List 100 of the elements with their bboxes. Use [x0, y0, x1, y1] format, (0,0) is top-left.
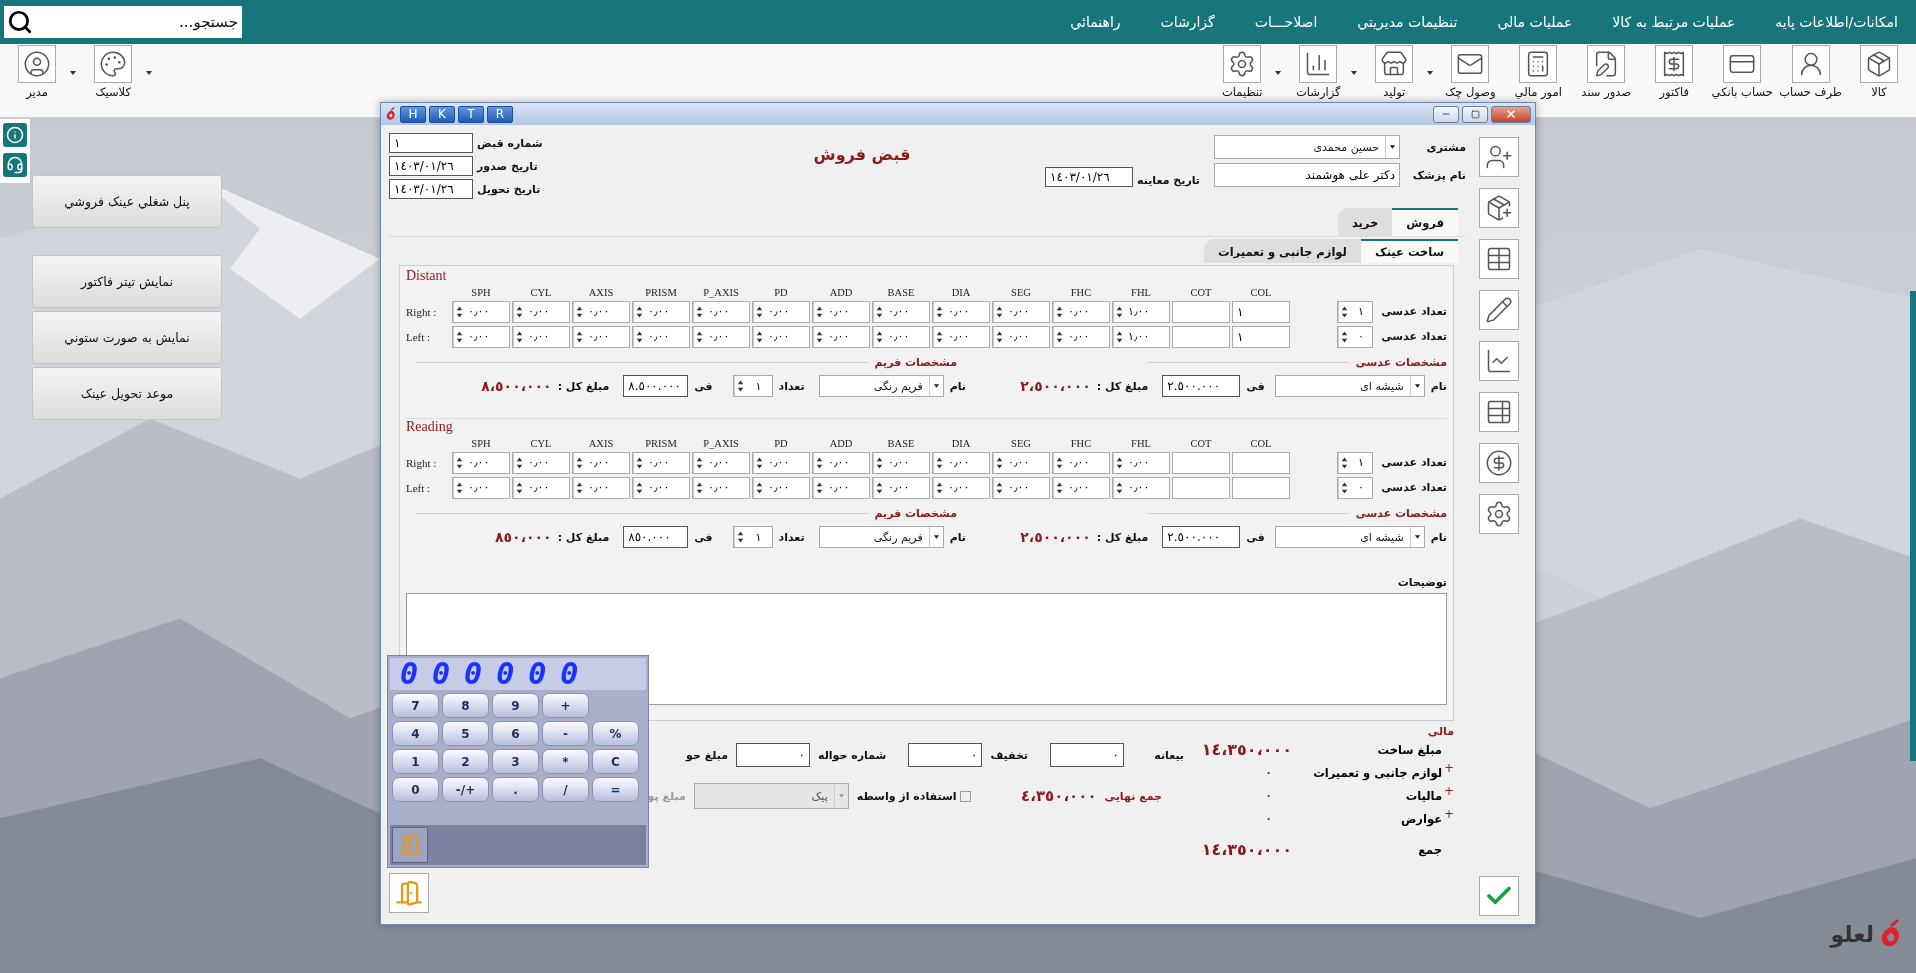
tool-button[interactable]	[1478, 341, 1519, 381]
text-field[interactable]	[1232, 476, 1290, 499]
calculator-key[interactable]: -	[542, 721, 589, 746]
spin-field[interactable]: ٠٫٠٠	[872, 325, 930, 348]
spin-field[interactable]: ١	[1337, 451, 1373, 474]
tool-button[interactable]	[1478, 188, 1519, 228]
calculator-key[interactable]: 6	[492, 721, 539, 746]
support-icon[interactable]	[3, 153, 27, 177]
spin-field[interactable]: ٠٫٠٠	[992, 325, 1050, 348]
spin-field[interactable]: ٠٫٠٠	[452, 300, 510, 323]
caret-icon[interactable]	[146, 71, 152, 75]
dropdown[interactable]: شیشه ای	[1274, 526, 1425, 548]
tool-button[interactable]	[1478, 239, 1519, 279]
tool-button[interactable]	[1478, 392, 1519, 432]
spin-field[interactable]: ٠٫٠٠	[692, 476, 750, 499]
toolbar-button[interactable]: گزارشات	[1287, 45, 1350, 99]
menu-item[interactable]: گزارشات	[1160, 12, 1215, 32]
calculator-key[interactable]: +/-	[442, 777, 489, 802]
spin-field[interactable]: ٠٫٠٠	[632, 325, 690, 348]
menu-item[interactable]: تنظیمات مدیریتي	[1357, 12, 1458, 32]
input-field[interactable]: ١	[389, 133, 473, 153]
tool-button[interactable]	[1478, 443, 1519, 483]
spin-field[interactable]: ٠٫٠٠	[1052, 451, 1110, 474]
spin-field[interactable]: ٠٫٠٠	[512, 325, 570, 348]
spin-field[interactable]: ٠٫٠٠	[572, 451, 630, 474]
input-field[interactable]: ١٤٠٣/٠١/٢٦	[389, 179, 473, 199]
tab[interactable]: ساخت عینک	[1360, 239, 1458, 263]
input-field[interactable]: ١٤٠٣/٠١/٢٦	[389, 156, 473, 176]
caret-icon[interactable]	[1275, 71, 1282, 75]
spin-field[interactable]: ٠٫٠٠	[992, 300, 1050, 323]
toolbar-button[interactable]: مدیر	[6, 45, 68, 99]
spin-field[interactable]: ٠٫٠٠	[692, 325, 750, 348]
text-field[interactable]: ١	[1232, 300, 1290, 323]
text-field[interactable]	[1172, 325, 1230, 348]
search-field[interactable]: جستجو...	[36, 6, 242, 38]
spin-field[interactable]: ٠٫٠٠	[572, 300, 630, 323]
text-field[interactable]	[1232, 451, 1290, 474]
spin-field[interactable]: ٠٫٠٠	[752, 325, 810, 348]
spin-field[interactable]: ٠٫٠٠	[632, 300, 690, 323]
title-bar-button[interactable]: H	[400, 105, 426, 123]
side-handle[interactable]	[1910, 291, 1916, 761]
spin-field[interactable]: ٠٫٠٠	[632, 476, 690, 499]
toolbar-button[interactable]: تنظیمات	[1211, 45, 1274, 99]
calculator-key[interactable]: 5	[442, 721, 489, 746]
calculator-key[interactable]: .	[492, 777, 539, 802]
dropdown[interactable]: فریم رنگی	[818, 526, 944, 548]
calculator-key[interactable]: 1	[392, 749, 439, 774]
toolbar-button[interactable]: امور مالي	[1507, 45, 1570, 99]
toolbar-button[interactable]: حساب بانکي	[1711, 45, 1774, 99]
spin-field[interactable]: ٠٫٠٠	[752, 451, 810, 474]
calculator-key[interactable]: 8	[442, 693, 489, 718]
text-field[interactable]	[1172, 451, 1230, 474]
menu-item[interactable]: عملیات مالي	[1497, 12, 1573, 32]
calculator-key[interactable]: 2	[442, 749, 489, 774]
side-button[interactable]: پنل شغلي عینک فروشي	[32, 175, 222, 228]
info-icon[interactable]	[3, 123, 27, 147]
spin-field[interactable]: ٠٫٠٠	[932, 476, 990, 499]
text-field[interactable]	[1172, 476, 1230, 499]
side-button[interactable]: نمایش تیتر فاکتور	[32, 255, 222, 308]
spin-field[interactable]: ٠٫٠٠	[1052, 476, 1110, 499]
calculator-key[interactable]: 3	[492, 749, 539, 774]
spin-field[interactable]: ٠٫٠٠	[512, 300, 570, 323]
text-field[interactable]	[1172, 300, 1230, 323]
dropdown[interactable]: فریم رنگی	[818, 375, 944, 397]
toolbar-button[interactable]: فاکتور	[1643, 45, 1706, 99]
toolbar-button[interactable]: طرف حساب	[1779, 45, 1842, 99]
close-button[interactable]	[1491, 105, 1531, 123]
spin-field[interactable]: ٠٫٠٠	[452, 325, 510, 348]
spin-field[interactable]: ٠٫٠٠	[572, 476, 630, 499]
spin-field[interactable]: ١	[1337, 300, 1373, 323]
caret-icon[interactable]	[1351, 71, 1358, 75]
spin-field[interactable]: ٠٫٠٠	[992, 451, 1050, 474]
calculator-key[interactable]: 0	[392, 777, 439, 802]
calculator-key[interactable]: /	[542, 777, 589, 802]
toolbar-button[interactable]: صدور سند	[1575, 45, 1638, 99]
spin-field[interactable]: ٠٫٠٠	[452, 451, 510, 474]
spin-field[interactable]: ٠٫٠٠	[632, 451, 690, 474]
spin-field[interactable]: ١٫٠٠	[1112, 325, 1170, 348]
customer-dropdown[interactable]: حسین محمدی	[1214, 135, 1400, 159]
spin-field[interactable]: ٠٫٠٠	[1112, 476, 1170, 499]
fee-field[interactable]: ٢.٥٠٠.٠٠٠	[1162, 526, 1241, 548]
spin-field[interactable]: ٠٫٠٠	[1052, 325, 1110, 348]
checkbox[interactable]	[959, 790, 971, 802]
spin-field[interactable]: ٠٫٠٠	[812, 325, 870, 348]
caret-icon[interactable]	[70, 71, 76, 75]
spin-field[interactable]: ٠٫٠٠	[752, 300, 810, 323]
dropdown[interactable]: شیشه ای	[1274, 375, 1425, 397]
spin-field[interactable]: ٠	[1337, 325, 1373, 348]
spin-field[interactable]: ٠٫٠٠	[992, 476, 1050, 499]
calculator-key[interactable]: =	[592, 777, 639, 802]
tool-button[interactable]	[1478, 290, 1519, 330]
spin-field[interactable]: ٠٫٠٠	[1112, 451, 1170, 474]
spin-field[interactable]: ٠٫٠٠	[512, 476, 570, 499]
spin-field[interactable]: ٠٫٠٠	[872, 476, 930, 499]
fee-field[interactable]: ٨٥٠.٠٠٠	[623, 526, 689, 548]
spin-field[interactable]: ٠٫٠٠	[812, 451, 870, 474]
side-button[interactable]: نمایش به صورت ستوني	[32, 311, 222, 364]
calculator-key[interactable]: 9	[492, 693, 539, 718]
toolbar-button[interactable]: کلاسیک	[82, 45, 144, 99]
title-bar-button[interactable]: K	[429, 105, 455, 123]
